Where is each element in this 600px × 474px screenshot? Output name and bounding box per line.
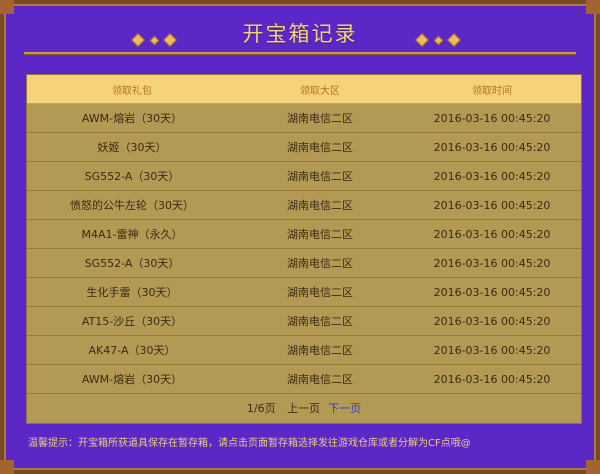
title-area: 开宝箱记录 [4,18,596,54]
cell-time: 2016-03-16 00:45:20 [403,103,581,133]
footer-tip: 温馨提示：开宝箱所获道具保存在暂存箱，请点击页面暂存箱选择发往游戏仓库或者分解为… [28,438,471,449]
table-row: AK47-A（30天） 湖南电信二区 2016-03-16 00:45:20 [27,335,581,365]
cell-time: 2016-03-16 00:45:20 [403,161,581,191]
cell-time: 2016-03-16 00:45:20 [403,248,581,278]
cell-server: 湖南电信二区 [237,132,403,162]
frame-corner-ornament [586,460,600,474]
page-indicator: 1/6页 [246,402,276,415]
cell-gift: AWM-熔岩（30天） [27,103,237,133]
title-ornament-right-icon [416,34,476,46]
cell-server: 湖南电信二区 [237,306,403,336]
column-header-gift: 领取礼包 [27,75,237,104]
cell-gift: 生化手雷（30天） [27,277,237,307]
next-page-link[interactable]: 下一页 [328,402,361,415]
title-ornament-left-icon [132,34,192,46]
cell-time: 2016-03-16 00:45:20 [403,335,581,365]
cell-time: 2016-03-16 00:45:20 [403,364,581,394]
table-row: 妖姬（30天） 湖南电信二区 2016-03-16 00:45:20 [27,132,581,162]
frame-corner-ornament [586,0,600,14]
cell-time: 2016-03-16 00:45:20 [403,306,581,336]
cell-server: 湖南电信二区 [237,190,403,220]
cell-time: 2016-03-16 00:45:20 [403,277,581,307]
cell-server: 湖南电信二区 [237,219,403,249]
cell-server: 湖南电信二区 [237,161,403,191]
cell-gift: 愤怒的公牛左轮（30天） [27,190,237,220]
cell-gift: AT15-沙丘（30天） [27,306,237,336]
cell-gift: SG552-A（30天） [27,248,237,278]
table-header-row: 领取礼包 领取大区 领取时间 [27,75,581,104]
cell-gift: 妖姬（30天） [27,132,237,162]
cell-gift: AK47-A（30天） [27,335,237,365]
frame-corner-ornament [0,460,14,474]
title-divider [24,52,576,54]
cell-time: 2016-03-16 00:45:20 [403,132,581,162]
table-row: AT15-沙丘（30天） 湖南电信二区 2016-03-16 00:45:20 [27,306,581,336]
cell-server: 湖南电信二区 [237,335,403,365]
cell-gift: AWM-熔岩（30天） [27,364,237,394]
table-row: SG552-A（30天） 湖南电信二区 2016-03-16 00:45:20 [27,248,581,278]
cell-server: 湖南电信二区 [237,103,403,133]
column-header-server: 领取大区 [237,75,403,104]
cell-server: 湖南电信二区 [237,364,403,394]
cell-server: 湖南电信二区 [237,277,403,307]
cell-gift: M4A1-雷神（永久） [27,219,237,249]
prev-page-link[interactable]: 上一页 [287,402,320,415]
dialog-frame: 开宝箱记录 领取礼包 领取大区 领取时间 AWM-熔岩（30天） 湖南电信二区 … [0,0,600,474]
cell-time: 2016-03-16 00:45:20 [403,190,581,220]
table-row: M4A1-雷神（永久） 湖南电信二区 2016-03-16 00:45:20 [27,219,581,249]
table-row: 生化手雷（30天） 湖南电信二区 2016-03-16 00:45:20 [27,277,581,307]
table-row: SG552-A（30天） 湖南电信二区 2016-03-16 00:45:20 [27,161,581,191]
table-row: AWM-熔岩（30天） 湖南电信二区 2016-03-16 00:45:20 [27,364,581,394]
column-header-time: 领取时间 [403,75,581,104]
pagination: 1/6页 上一页 下一页 [27,394,581,423]
records-panel: 领取礼包 领取大区 领取时间 AWM-熔岩（30天） 湖南电信二区 2016-0… [26,74,582,424]
table-row: 愤怒的公牛左轮（30天） 湖南电信二区 2016-03-16 00:45:20 [27,190,581,220]
cell-time: 2016-03-16 00:45:20 [403,219,581,249]
table-row: AWM-熔岩（30天） 湖南电信二区 2016-03-16 00:45:20 [27,103,581,133]
page-title: 开宝箱记录 [242,22,358,46]
cell-gift: SG552-A（30天） [27,161,237,191]
cell-server: 湖南电信二区 [237,248,403,278]
frame-corner-ornament [0,0,14,14]
records-table: 领取礼包 领取大区 领取时间 AWM-熔岩（30天） 湖南电信二区 2016-0… [27,75,581,394]
